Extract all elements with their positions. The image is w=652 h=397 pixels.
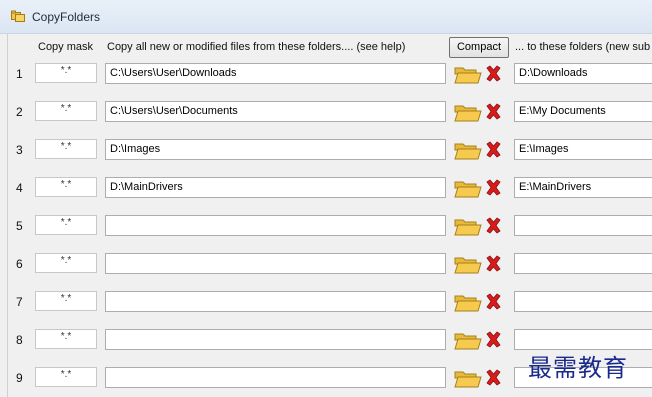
source-folder-field[interactable]: D:\Images bbox=[105, 139, 446, 160]
folder-open-icon[interactable] bbox=[454, 65, 482, 84]
folder-row: 2 *.* C:\Users\User\Documents E:\My Docu… bbox=[8, 101, 652, 123]
dest-folder-field[interactable]: E:\Images bbox=[514, 139, 652, 160]
folder-open-icon[interactable] bbox=[454, 293, 482, 312]
row-number: 1 bbox=[16, 67, 23, 81]
title-bar: CopyFolders bbox=[0, 0, 652, 34]
red-x-icon[interactable] bbox=[485, 369, 502, 386]
red-x-icon[interactable] bbox=[485, 179, 502, 196]
dest-folder-field[interactable]: E:\MainDrivers bbox=[514, 177, 652, 198]
red-x-icon[interactable] bbox=[485, 65, 502, 82]
dest-folder-field[interactable] bbox=[514, 291, 652, 312]
row-number: 7 bbox=[16, 295, 23, 309]
red-x-icon[interactable] bbox=[485, 103, 502, 120]
dest-folder-field[interactable]: E:\My Documents bbox=[514, 101, 652, 122]
main-panel: Copy mask Copy all new or modified files… bbox=[7, 34, 652, 397]
copy-mask-header: Copy mask bbox=[38, 41, 94, 53]
row-number: 6 bbox=[16, 257, 23, 271]
red-x-icon[interactable] bbox=[485, 217, 502, 234]
row-number: 9 bbox=[16, 371, 23, 385]
folder-open-icon[interactable] bbox=[454, 255, 482, 274]
copy-mask-field[interactable]: *.* bbox=[35, 253, 97, 273]
red-x-icon[interactable] bbox=[485, 141, 502, 158]
folder-row: 4 *.* D:\MainDrivers E:\MainDrivers bbox=[8, 177, 652, 199]
copy-mask-field[interactable]: *.* bbox=[35, 291, 97, 311]
row-number: 4 bbox=[16, 181, 23, 195]
copy-mask-field[interactable]: *.* bbox=[35, 63, 97, 83]
source-folder-field[interactable] bbox=[105, 253, 446, 274]
dest-folder-field[interactable] bbox=[514, 215, 652, 236]
folder-row: 6 *.* bbox=[8, 253, 652, 275]
row-number: 3 bbox=[16, 143, 23, 157]
row-number: 2 bbox=[16, 105, 23, 119]
copy-mask-field[interactable]: *.* bbox=[35, 177, 97, 197]
source-folder-field[interactable] bbox=[105, 215, 446, 236]
window-title: CopyFolders bbox=[32, 10, 101, 24]
folder-open-icon[interactable] bbox=[454, 217, 482, 236]
dest-folder-field[interactable] bbox=[514, 253, 652, 274]
dest-folders-header: ... to these folders (new sub bbox=[515, 41, 651, 53]
copy-mask-field[interactable]: *.* bbox=[35, 329, 97, 349]
red-x-icon[interactable] bbox=[485, 293, 502, 310]
compact-button[interactable]: Compact bbox=[449, 37, 509, 58]
watermark: 最需教育 bbox=[528, 354, 628, 382]
copy-mask-field[interactable]: *.* bbox=[35, 101, 97, 121]
folder-row: 3 *.* D:\Images E:\Images bbox=[8, 139, 652, 161]
folder-row: 1 *.* C:\Users\User\Downloads D:\Downloa… bbox=[8, 63, 652, 85]
dest-folder-field[interactable] bbox=[514, 329, 652, 350]
source-folder-field[interactable] bbox=[105, 329, 446, 350]
folders-icon bbox=[11, 10, 25, 22]
folder-row: 5 *.* bbox=[8, 215, 652, 237]
folder-open-icon[interactable] bbox=[454, 331, 482, 350]
source-folders-header: Copy all new or modified files from thes… bbox=[107, 41, 406, 53]
dest-folder-field[interactable]: D:\Downloads bbox=[514, 63, 652, 84]
folder-open-icon[interactable] bbox=[454, 141, 482, 160]
folder-open-icon[interactable] bbox=[454, 103, 482, 122]
folder-open-icon[interactable] bbox=[454, 179, 482, 198]
row-number: 5 bbox=[16, 219, 23, 233]
folder-row: 7 *.* bbox=[8, 291, 652, 313]
source-folder-field[interactable] bbox=[105, 367, 446, 388]
copy-mask-field[interactable]: *.* bbox=[35, 215, 97, 235]
source-folder-field[interactable]: D:\MainDrivers bbox=[105, 177, 446, 198]
copy-mask-field[interactable]: *.* bbox=[35, 367, 97, 387]
source-folder-field[interactable]: C:\Users\User\Documents bbox=[105, 101, 446, 122]
folder-open-icon[interactable] bbox=[454, 369, 482, 388]
red-x-icon[interactable] bbox=[485, 331, 502, 348]
source-folder-field[interactable]: C:\Users\User\Downloads bbox=[105, 63, 446, 84]
red-x-icon[interactable] bbox=[485, 255, 502, 272]
row-number: 8 bbox=[16, 333, 23, 347]
source-folder-field[interactable] bbox=[105, 291, 446, 312]
copy-mask-field[interactable]: *.* bbox=[35, 139, 97, 159]
